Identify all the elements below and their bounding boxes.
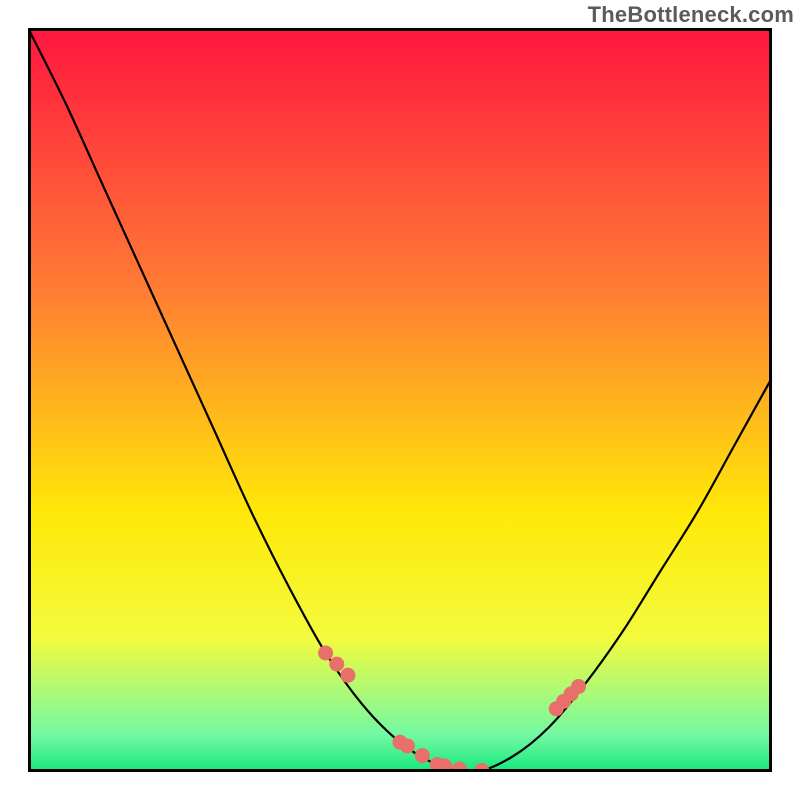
highlight-marker: [400, 738, 415, 753]
highlight-marker: [340, 668, 355, 683]
markers-layer: [28, 28, 772, 772]
highlight-marker: [318, 645, 333, 660]
highlight-marker-group: [318, 645, 586, 772]
plot-area: [28, 28, 772, 772]
highlight-marker: [474, 763, 489, 772]
highlight-marker: [329, 657, 344, 672]
highlight-marker: [415, 748, 430, 763]
highlight-marker: [571, 679, 586, 694]
highlight-marker: [452, 762, 467, 772]
attribution-label: TheBottleneck.com: [588, 2, 794, 28]
chart-container: TheBottleneck.com: [0, 0, 800, 800]
